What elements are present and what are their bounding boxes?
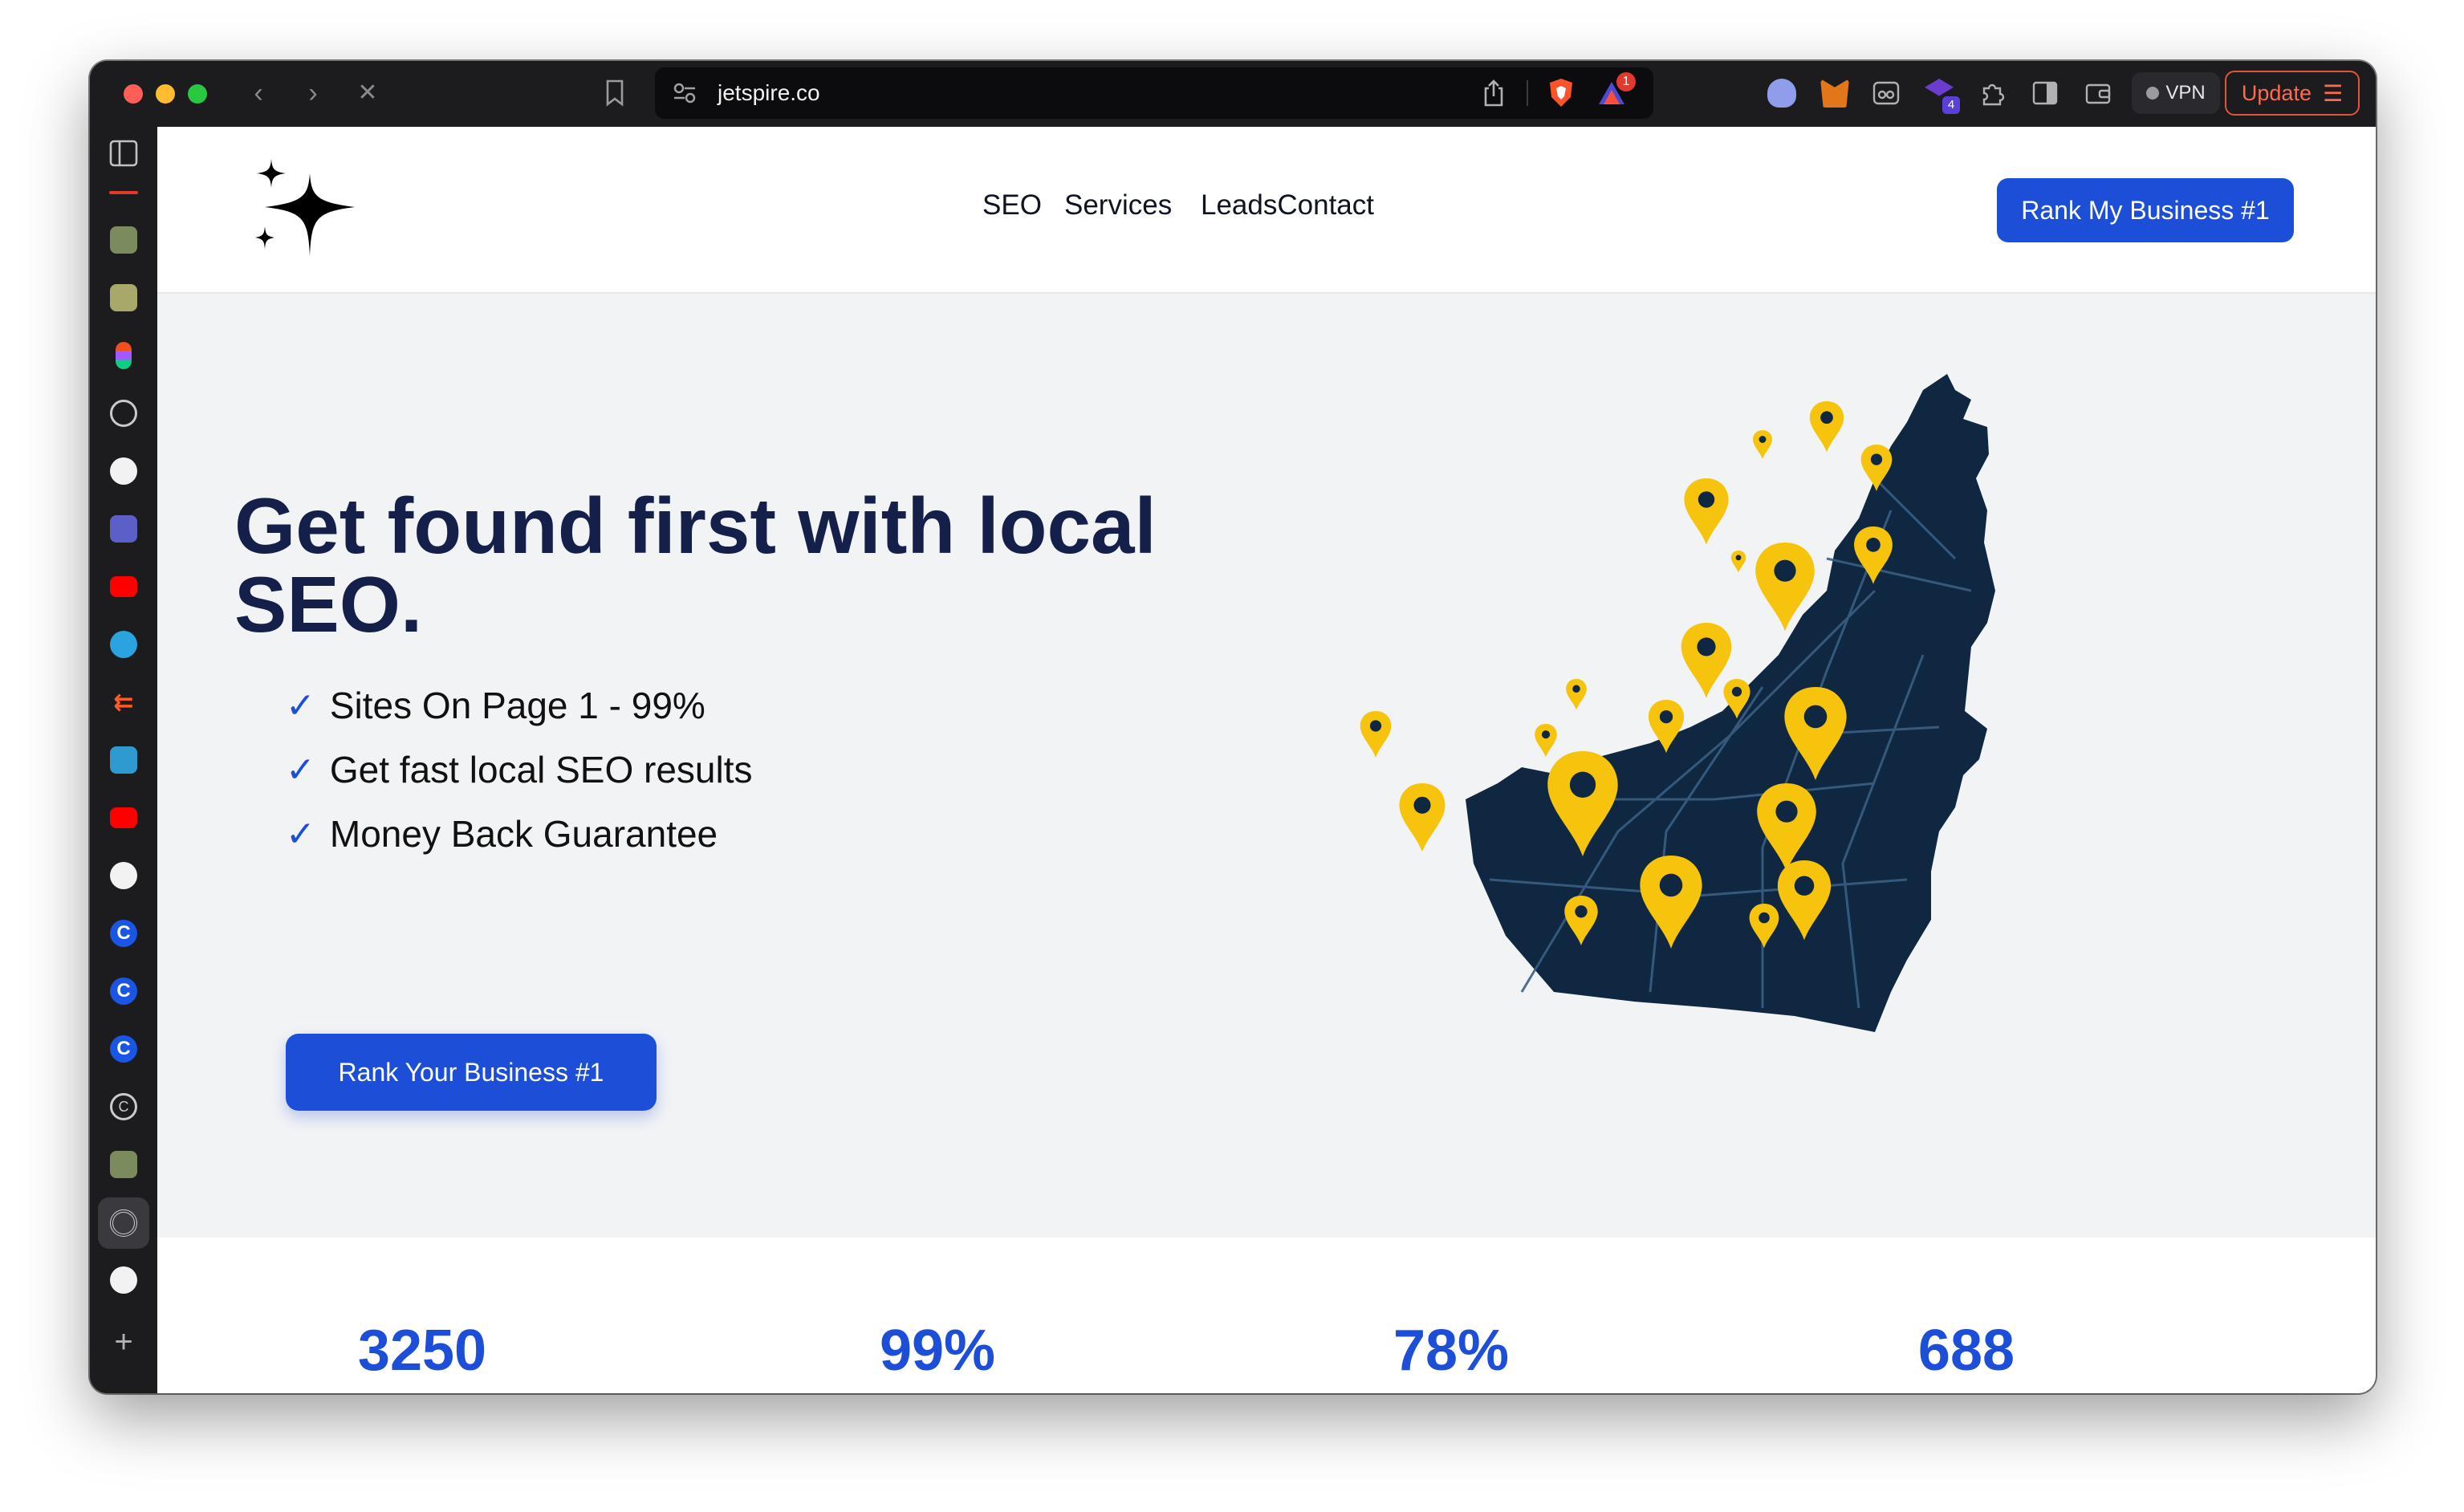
site-header: SEO Services LeadsContact Rank My Busine… — [157, 127, 2376, 294]
update-button[interactable]: Update ☰ — [2225, 71, 2360, 116]
update-label: Update — [2241, 80, 2312, 105]
rank-your-business-button[interactable]: Rank Your Business #1 — [286, 1034, 657, 1111]
back-icon[interactable]: ‹ — [242, 77, 274, 109]
feature-text: Get fast local SEO results — [329, 749, 753, 791]
metamask-icon[interactable] — [1820, 79, 1849, 108]
minimize-window-button[interactable] — [156, 84, 175, 104]
rank-my-business-button[interactable]: Rank My Business #1 — [1997, 178, 2294, 242]
zoom-window-button[interactable] — [188, 84, 207, 104]
puzzle-extensions-icon[interactable] — [1978, 79, 2007, 108]
wallet-icon[interactable] — [2084, 79, 2112, 108]
sparkle-logo-icon[interactable] — [252, 157, 360, 262]
stat-value: 688 — [1917, 1319, 2015, 1383]
hero-section: Get found first with local SEO. ✓ Sites … — [157, 294, 2376, 1238]
tab-icon[interactable] — [110, 1151, 137, 1178]
ghost-extension-icon[interactable] — [1767, 79, 1796, 108]
feature-text: Sites On Page 1 - 99% — [329, 685, 705, 726]
stat-value: 3250 — [357, 1319, 487, 1383]
c-icon[interactable]: C — [110, 1035, 137, 1063]
feature-item: ✓ Sites On Page 1 - 99% — [286, 684, 705, 727]
hero-title: Get found first with local SEO. — [234, 486, 1197, 644]
address-bar[interactable]: jetspire.co 1 — [655, 67, 1653, 119]
reader-extension-icon[interactable] — [1872, 79, 1901, 108]
teams-icon[interactable] — [110, 515, 137, 543]
circle-dots-icon[interactable] — [110, 400, 137, 427]
rewards-badge: 1 — [1616, 72, 1636, 91]
toolbar-divider — [1527, 80, 1528, 106]
vpn-button[interactable]: VPN — [2132, 72, 2220, 114]
brand-icon[interactable]: ⇇ — [110, 689, 137, 716]
calendar-icon[interactable] — [110, 284, 137, 311]
c-icon[interactable]: C — [110, 920, 137, 947]
uae-map-illustration — [1360, 374, 1995, 1032]
check-icon: ✓ — [286, 814, 315, 854]
site-settings-icon[interactable] — [673, 82, 697, 104]
check-icon: ✓ — [286, 750, 315, 790]
contacts-icon[interactable] — [110, 746, 137, 774]
youtube-icon[interactable] — [110, 807, 137, 828]
sidebar-toggle-icon[interactable] — [109, 140, 138, 167]
nav-link-leads-contact[interactable]: LeadsContact — [1201, 189, 1374, 222]
c-icon[interactable]: C — [110, 978, 137, 1005]
browser-toolbar: ‹ › ✕ jetspire.co 1 4 VPN Update ☰ — [90, 61, 2376, 127]
menu-icon: ☰ — [2322, 80, 2344, 106]
browser-window: ‹ › ✕ jetspire.co 1 4 VPN Update ☰ ⇇ C C… — [90, 61, 2376, 1393]
browser-sidebar: ⇇ C C C C + — [90, 127, 157, 1393]
hero-title-line-2: SEO. — [234, 560, 423, 648]
nav-link-seo[interactable]: SEO — [982, 189, 1042, 222]
c-outline-icon[interactable]: C — [110, 1093, 137, 1120]
hero-title-line-1: Get found first with local — [234, 482, 1157, 570]
triangle-icon[interactable] — [110, 1266, 137, 1294]
spiral-icon[interactable] — [110, 1209, 137, 1237]
active-tab-highlight — [98, 1197, 149, 1249]
stats-section: 3250 99% 78% 688 — [157, 1238, 2376, 1393]
nav-link-services[interactable]: Services — [1064, 189, 1172, 222]
feature-item: ✓ Money Back Guarantee — [286, 812, 718, 856]
sidebar-panel-icon[interactable] — [2031, 79, 2059, 108]
stat-value: 99% — [879, 1319, 996, 1383]
vpn-label: VPN — [2165, 82, 2206, 104]
web-page: SEO Services LeadsContact Rank My Busine… — [157, 127, 2376, 1393]
extension-badge: 4 — [1942, 96, 1960, 114]
loading-indicator — [109, 191, 138, 194]
stat-value: 78% — [1393, 1319, 1510, 1383]
close-window-button[interactable] — [124, 84, 143, 104]
feature-item: ✓ Get fast local SEO results — [286, 748, 753, 791]
url-text[interactable]: jetspire.co — [718, 80, 820, 106]
telegram-icon[interactable] — [110, 631, 137, 658]
forward-icon[interactable]: › — [297, 77, 329, 109]
youtube-icon[interactable] — [110, 576, 137, 597]
openai-icon[interactable] — [110, 862, 137, 889]
stop-loading-icon[interactable]: ✕ — [352, 77, 384, 109]
figma-icon[interactable] — [116, 342, 132, 369]
share-icon[interactable] — [1482, 79, 1506, 108]
vpn-status-icon — [2146, 87, 2160, 100]
check-icon: ✓ — [286, 685, 315, 726]
plus-icon[interactable]: + — [109, 1326, 138, 1358]
tab-icon[interactable] — [110, 226, 137, 254]
feature-text: Money Back Guarantee — [329, 813, 718, 855]
github-icon[interactable] — [110, 457, 137, 485]
bookmark-icon[interactable] — [604, 79, 626, 108]
brave-shield-icon[interactable] — [1547, 77, 1575, 109]
